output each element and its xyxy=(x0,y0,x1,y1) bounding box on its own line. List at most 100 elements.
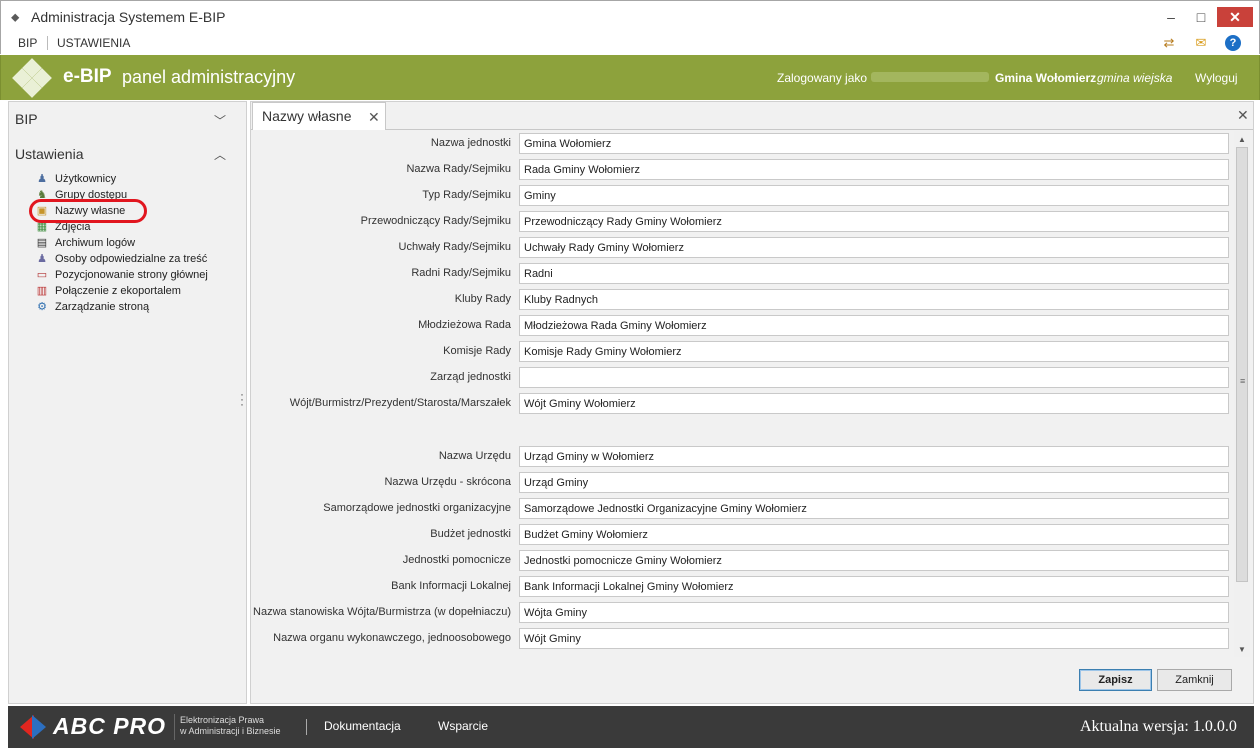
field-label: Nazwa organu wykonawczego, jednoosoboweg… xyxy=(273,632,511,644)
field-input[interactable] xyxy=(519,524,1229,545)
scroll-up-icon[interactable]: ▲ xyxy=(1234,133,1250,147)
form-row: Uchwały Rady/Sejmiku xyxy=(251,237,1233,259)
minimize-button[interactable]: – xyxy=(1161,7,1181,27)
field-label: Wójt/Burmistrz/Prezydent/Starosta/Marsza… xyxy=(289,397,511,409)
field-input[interactable] xyxy=(519,602,1229,623)
footer-separator xyxy=(306,719,307,735)
form-row: Nazwa Urzędu - skrócona xyxy=(251,472,1233,494)
form-row: Bank Informacji Lokalnej xyxy=(251,576,1233,598)
sidebar-item-label: Zarządzanie stroną xyxy=(55,301,150,313)
sidebar-item-osoby-odpowiedzialne[interactable]: ♟ Osoby odpowiedzialne za treść xyxy=(35,251,207,267)
sidebar-section-ustawienia[interactable]: Ustawienia xyxy=(15,146,83,162)
organization-type: gmina wiejska xyxy=(1097,71,1173,85)
field-input[interactable] xyxy=(519,133,1229,154)
splitter-handle[interactable]: · · · xyxy=(240,388,244,410)
tab-label: Nazwy własne xyxy=(262,108,352,124)
menu-bar: BIP USTAWIENIA ⇄ ✉ ? xyxy=(0,32,1260,54)
scroll-down-icon[interactable]: ▼ xyxy=(1234,643,1250,657)
mail-icon[interactable]: ✉ xyxy=(1193,35,1209,51)
abc-pro-logo-icon xyxy=(20,715,46,739)
close-button[interactable]: Zamknij xyxy=(1157,669,1232,691)
form-row: Zarząd jednostki xyxy=(251,367,1233,389)
support-link[interactable]: Wsparcie xyxy=(438,719,488,733)
field-input[interactable] xyxy=(519,628,1229,649)
maximize-button[interactable]: □ xyxy=(1191,7,1211,27)
refresh-icon[interactable]: ⇄ xyxy=(1161,35,1177,51)
organization-name: Gmina Wołomierz xyxy=(995,71,1097,85)
chevron-down-icon[interactable]: ﹀ xyxy=(214,112,226,129)
form-row: Nazwa Urzędu xyxy=(251,446,1233,468)
window-titlebar: ⬥ Administracja Systemem E-BIP – □ ✕ xyxy=(0,0,1260,32)
field-input[interactable] xyxy=(519,472,1229,493)
tab-nazwy-wlasne[interactable]: Nazwy własne ✕ xyxy=(252,102,386,130)
field-label: Nazwa jednostki xyxy=(430,137,511,149)
field-input[interactable] xyxy=(519,550,1229,571)
positioning-icon: ▭ xyxy=(36,268,48,281)
scroll-thumb[interactable]: ≡ xyxy=(1236,147,1248,582)
field-input[interactable] xyxy=(519,498,1229,519)
field-label: Zarząd jednostki xyxy=(430,371,511,383)
menu-separator xyxy=(47,36,48,50)
field-input[interactable] xyxy=(519,159,1229,180)
field-label: Uchwały Rady/Sejmiku xyxy=(398,241,511,253)
sidebar-item-archiwum-logow[interactable]: ▤ Archiwum logów xyxy=(35,235,135,251)
log-archive-icon: ▤ xyxy=(36,236,48,249)
form-row: Typ Rady/Sejmiku xyxy=(251,185,1233,207)
tab-close-icon[interactable]: ✕ xyxy=(368,109,380,126)
documentation-link[interactable]: Dokumentacja xyxy=(324,719,401,733)
field-input[interactable] xyxy=(519,446,1229,467)
field-input[interactable] xyxy=(519,576,1229,597)
form-row: Wójt/Burmistrz/Prezydent/Starosta/Marsza… xyxy=(251,393,1233,415)
menu-item-bip[interactable]: BIP xyxy=(18,36,37,50)
ekoportal-icon: ▥ xyxy=(36,284,48,297)
window-title: Administracja Systemem E-BIP xyxy=(31,9,226,25)
footer-brand: ABC PRO xyxy=(53,713,167,739)
footer-divider xyxy=(174,714,175,740)
field-input[interactable] xyxy=(519,315,1229,336)
field-input[interactable] xyxy=(519,289,1229,310)
form-scrollbar[interactable]: ▲ ≡ ▼ xyxy=(1234,131,1250,657)
form-row: Nazwa jednostki xyxy=(251,133,1233,155)
panel-close-icon[interactable]: ✕ xyxy=(1237,107,1249,124)
field-input[interactable] xyxy=(519,237,1229,258)
form-row: Samorządowe jednostki organizacyjne xyxy=(251,498,1233,520)
field-input[interactable] xyxy=(519,211,1229,232)
form-row: Przewodniczący Rady/Sejmiku xyxy=(251,211,1233,233)
form-row: Kluby Rady xyxy=(251,289,1233,311)
field-input[interactable] xyxy=(519,367,1229,388)
chevron-up-icon[interactable]: ︿ xyxy=(214,146,226,163)
field-input[interactable] xyxy=(519,263,1229,284)
footer: ABC PRO Elektronizacja Prawa w Administr… xyxy=(8,706,1254,748)
brand-subtitle: panel administracyjny xyxy=(122,67,296,87)
selection-highlight-ring xyxy=(29,199,147,223)
field-label: Nazwa stanowiska Wójta/Burmistrza (w dop… xyxy=(253,606,511,618)
brand-name: e-BIP xyxy=(63,66,112,87)
tagline-line-2: w Administracji i Biznesie xyxy=(180,726,281,736)
users-icon: ♟ xyxy=(37,172,47,185)
tagline-line-1: Elektronizacja Prawa xyxy=(180,715,265,725)
close-window-button[interactable]: ✕ xyxy=(1217,7,1253,27)
sidebar-section-bip[interactable]: BIP xyxy=(15,111,38,127)
field-label: Nazwa Urzędu xyxy=(438,450,511,462)
sidebar-item-pozycjonowanie[interactable]: ▭ Pozycjonowanie strony głównej xyxy=(35,267,208,283)
logout-link[interactable]: Wyloguj xyxy=(1195,71,1238,85)
form-row: Nazwa organu wykonawczego, jednoosoboweg… xyxy=(251,628,1233,650)
site-management-icon: ⚙ xyxy=(37,300,47,313)
sidebar-item-zarzadzanie-strona[interactable]: ⚙ Zarządzanie stroną xyxy=(35,299,149,315)
responsible-persons-icon: ♟ xyxy=(37,252,47,265)
field-label: Typ Rady/Sejmiku xyxy=(422,189,511,201)
sidebar-item-uzytkownicy[interactable]: ♟ Użytkownicy xyxy=(35,171,116,187)
field-input[interactable] xyxy=(519,341,1229,362)
save-button[interactable]: Zapisz xyxy=(1079,669,1152,691)
help-icon[interactable]: ? xyxy=(1225,35,1241,51)
logged-in-label: Zalogowany jako xyxy=(777,71,868,85)
field-input[interactable] xyxy=(519,185,1229,206)
sidebar-item-ekoportal[interactable]: ▥ Połączenie z ekoportalem xyxy=(35,283,181,299)
field-label: Bank Informacji Lokalnej xyxy=(391,580,511,592)
field-label: Nazwa Urzędu - skrócona xyxy=(384,476,511,488)
form-row: Jednostki pomocnicze xyxy=(251,550,1233,572)
app-header: e-BIP panel administracyjny Zalogowany j… xyxy=(0,55,1260,100)
menu-item-ustawienia[interactable]: USTAWIENIA xyxy=(57,36,130,50)
field-input[interactable] xyxy=(519,393,1229,414)
grip-icon: ≡ xyxy=(1240,376,1246,386)
